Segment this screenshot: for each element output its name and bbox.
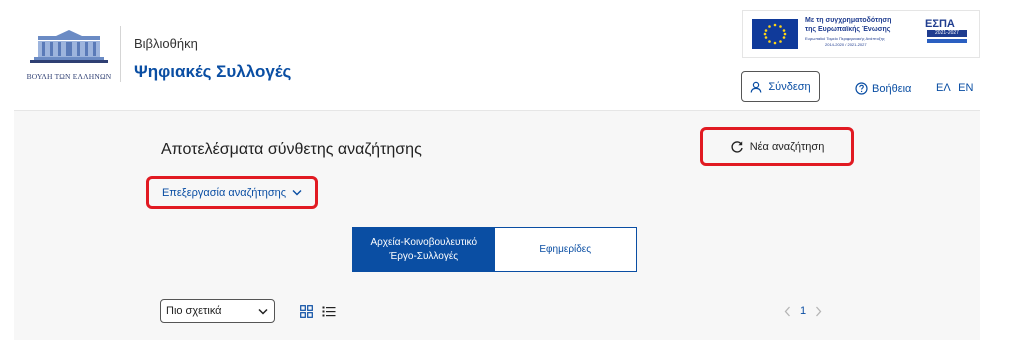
site-title[interactable]: Ψηφιακές Συλλογές: [134, 62, 291, 82]
espa-text-line2: της Ευρωπαϊκής Ένωσης: [805, 26, 891, 33]
edit-search-toggle[interactable]: Επεξεργασία αναζήτησης: [146, 176, 318, 209]
tab-archives-line2: Έργο-Συλλογές: [389, 250, 459, 262]
tab-newspapers-label: Εφημερίδες: [539, 243, 592, 255]
user-icon: [750, 81, 762, 93]
site-header: ΒΟΥΛΗ ΤΩΝ ΕΛΛΗΝΩΝ Βιβλιοθήκη Ψηφιακές Συ…: [14, 0, 980, 111]
chevron-right-icon[interactable]: [815, 306, 822, 317]
logo-text: ΒΟΥΛΗ ΤΩΝ ΕΛΛΗΝΩΝ: [26, 72, 112, 81]
edit-search-label: Επεξεργασία αναζήτησης: [161, 186, 287, 199]
chevron-down-icon: [258, 308, 268, 315]
espa-banner: Με τη συγχρηματοδότηση της Ευρωπαϊκής Έν…: [742, 10, 980, 58]
parliament-logo[interactable]: ΒΟΥΛΗ ΤΩΝ ΕΛΛΗΝΩΝ: [26, 30, 112, 86]
espa-years: 2021-2027: [927, 30, 967, 37]
site-subtitle: Βιβλιοθήκη: [134, 36, 198, 51]
header-divider: [120, 26, 121, 82]
collection-tabs: Αρχεία-Κοινοβουλευτικό Έργο-Συλλογές Εφη…: [352, 227, 637, 272]
tab-archives-line1: Αρχεία-Κοινοβουλευτικό: [370, 236, 478, 248]
parliament-building-icon: [30, 30, 108, 63]
chevron-left-icon[interactable]: [784, 306, 791, 317]
login-button[interactable]: Σύνδεση: [741, 71, 820, 102]
login-label: Σύνδεση: [768, 80, 811, 93]
espa-text-line1: Με τη συγχρηματοδότηση: [805, 17, 892, 24]
lang-el[interactable]: ΕΛ: [936, 82, 950, 94]
new-search-label: Νέα αναζήτηση: [749, 140, 825, 153]
espa-text-line4: 2014-2020 / 2021-2027: [825, 42, 867, 47]
page-number-current[interactable]: 1: [800, 305, 806, 317]
language-switcher: ΕΛ EN: [936, 82, 973, 94]
tab-newspapers[interactable]: Εφημερίδες: [495, 228, 637, 271]
page: ΒΟΥΛΗ ΤΩΝ ΕΛΛΗΝΩΝ Βιβλιοθήκη Ψηφιακές Συ…: [14, 0, 980, 340]
lang-en[interactable]: EN: [958, 82, 973, 94]
espa-text-line3: Ευρωπαϊκό Ταμείο Περιφερειακής Ανάπτυξης: [805, 36, 885, 41]
results-title: Αποτελέσματα σύνθετης αναζήτησης: [161, 141, 422, 158]
espa-logo: ΕΣΠΑ: [925, 18, 955, 30]
help-icon: [855, 82, 868, 95]
refresh-icon: [731, 140, 743, 153]
help-link[interactable]: Βοήθεια: [855, 82, 911, 95]
list-view-icon[interactable]: [322, 305, 336, 323]
help-label: Βοήθεια: [872, 82, 912, 95]
grid-view-icon[interactable]: [300, 305, 313, 323]
sort-selected-value: Πιο σχετικά: [166, 305, 222, 317]
new-search-button[interactable]: Νέα αναζήτηση: [700, 127, 854, 166]
tab-archives[interactable]: Αρχεία-Κοινοβουλευτικό Έργο-Συλλογές: [353, 228, 495, 271]
chevron-down-icon: [292, 190, 302, 196]
espa-bar: [927, 39, 967, 43]
eu-flag-icon: [752, 19, 798, 49]
sort-select[interactable]: Πιο σχετικά: [160, 299, 275, 323]
pagination: 1: [784, 305, 822, 317]
